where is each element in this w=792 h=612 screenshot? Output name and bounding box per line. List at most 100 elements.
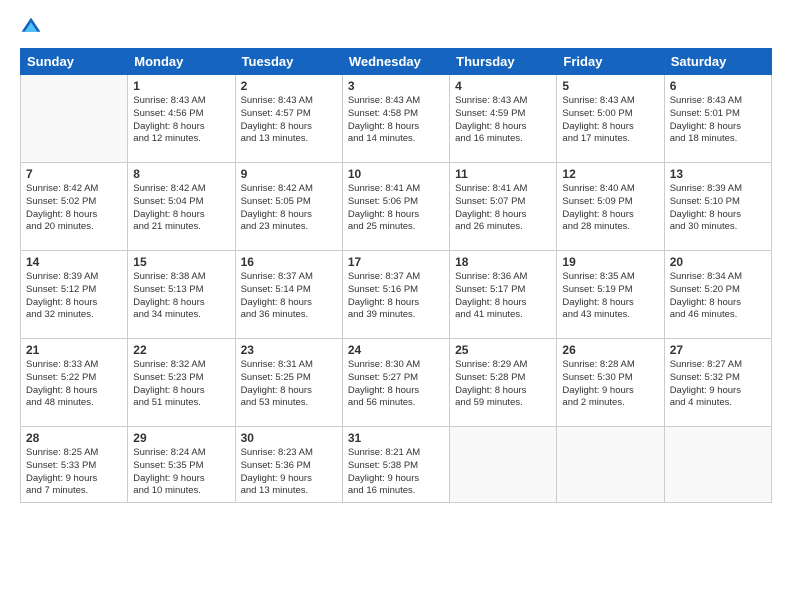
day-cell-29: 29Sunrise: 8:24 AMSunset: 5:35 PMDayligh… — [128, 427, 235, 503]
day-number: 25 — [455, 343, 551, 357]
day-number: 28 — [26, 431, 122, 445]
day-cell-11: 11 Sunrise: 8:41 AMSunset: 5:07 PMDayligh… — [450, 163, 557, 251]
day-cell-4: 4 Sunrise: 8:43 AMSunset: 4:59 PMDaylight… — [450, 75, 557, 163]
cell-text: Sunrise: 8:29 AMSunset: 5:28 PMDaylight:… — [455, 359, 551, 410]
day-number: 13 — [670, 167, 766, 181]
day-number: 31 — [348, 431, 444, 445]
day-header-tuesday: Tuesday — [235, 49, 342, 75]
cell-text: Sunrise: 8:36 AMSunset: 5:17 PMDaylight:… — [455, 271, 551, 322]
cell-text: Sunrise: 8:42 AMSunset: 5:04 PMDaylight:… — [133, 183, 229, 234]
day-cell-28: 28 Sunrise: 8:25 AMSunset: 5:33 PMDayligh… — [21, 427, 128, 503]
day-number: 9 — [241, 167, 337, 181]
day-number: 2 — [241, 79, 337, 93]
day-cell-26: 26 Sunrise: 8:28 AMSunset: 5:30 PMDayligh… — [557, 339, 664, 427]
day-cell-12: 12 Sunrise: 8:40 AMSunset: 5:09 PMDayligh… — [557, 163, 664, 251]
day-cell-1: 1 Sunrise: 8:43 AMSunset: 4:56 PMDaylight… — [128, 75, 235, 163]
day-cell-9: 9 Sunrise: 8:42 AMSunset: 5:05 PMDaylight… — [235, 163, 342, 251]
day-number: 24 — [348, 343, 444, 357]
cell-text: Sunrise: 8:25 AMSunset: 5:33 PMDaylight:… — [26, 447, 122, 498]
cell-text: Sunrise: 8:21 AMSunset: 5:38 PMDaylight:… — [348, 447, 444, 498]
header — [20, 16, 772, 38]
cell-text: Sunrise: 8:30 AMSunset: 5:27 PMDaylight:… — [348, 359, 444, 410]
cell-text: Sunrise: 8:43 AMSunset: 4:59 PMDaylight:… — [455, 95, 551, 146]
day-number: 18 — [455, 255, 551, 269]
day-header-friday: Friday — [557, 49, 664, 75]
day-cell-20: 20 Sunrise: 8:34 AMSunset: 5:20 PMDayligh… — [664, 251, 771, 339]
week-row-4: 21 Sunrise: 8:33 AMSunset: 5:22 PMDayligh… — [21, 339, 772, 427]
page: SundayMondayTuesdayWednesdayThursdayFrid… — [0, 0, 792, 612]
day-cell-empty — [21, 75, 128, 163]
cell-text: Sunrise: 8:33 AMSunset: 5:22 PMDaylight:… — [26, 359, 122, 410]
day-header-thursday: Thursday — [450, 49, 557, 75]
day-cell-17: 17 Sunrise: 8:37 AMSunset: 5:16 PMDayligh… — [342, 251, 449, 339]
day-number: 14 — [26, 255, 122, 269]
cell-text: Sunrise: 8:41 AMSunset: 5:07 PMDaylight:… — [455, 183, 551, 234]
cell-text: Sunrise: 8:39 AMSunset: 5:12 PMDaylight:… — [26, 271, 122, 322]
day-cell-30: 30 Sunrise: 8:23 AMSunset: 5:36 PMDayligh… — [235, 427, 342, 503]
day-cell-31: 31 Sunrise: 8:21 AMSunset: 5:38 PMDayligh… — [342, 427, 449, 503]
day-header-wednesday: Wednesday — [342, 49, 449, 75]
day-number: 10 — [348, 167, 444, 181]
cell-text: Sunrise: 8:37 AMSunset: 5:14 PMDaylight:… — [241, 271, 337, 322]
cell-text: Sunrise: 8:42 AMSunset: 5:05 PMDaylight:… — [241, 183, 337, 234]
day-cell-14: 14 Sunrise: 8:39 AMSunset: 5:12 PMDayligh… — [21, 251, 128, 339]
cell-text: Sunrise: 8:43 AMSunset: 4:56 PMDaylight:… — [133, 95, 229, 146]
day-cell-27: 27 Sunrise: 8:27 AMSunset: 5:32 PMDayligh… — [664, 339, 771, 427]
day-cell-13: 13 Sunrise: 8:39 AMSunset: 5:10 PMDayligh… — [664, 163, 771, 251]
day-cell-23: 23 Sunrise: 8:31 AMSunset: 5:25 PMDayligh… — [235, 339, 342, 427]
day-cell-empty — [450, 427, 557, 503]
day-cell-18: 18 Sunrise: 8:36 AMSunset: 5:17 PMDayligh… — [450, 251, 557, 339]
cell-text: Sunrise: 8:27 AMSunset: 5:32 PMDaylight:… — [670, 359, 766, 410]
cell-text: Sunrise: 8:43 AMSunset: 4:58 PMDaylight:… — [348, 95, 444, 146]
cell-text: Sunrise: 8:37 AMSunset: 5:16 PMDaylight:… — [348, 271, 444, 322]
day-number: 27 — [670, 343, 766, 357]
day-cell-8: 8Sunrise: 8:42 AMSunset: 5:04 PMDaylight… — [128, 163, 235, 251]
day-number: 11 — [455, 167, 551, 181]
day-cell-empty — [664, 427, 771, 503]
day-cell-6: 6 Sunrise: 8:43 AMSunset: 5:01 PMDaylight… — [664, 75, 771, 163]
day-number: 3 — [348, 79, 444, 93]
day-cell-16: 16 Sunrise: 8:37 AMSunset: 5:14 PMDayligh… — [235, 251, 342, 339]
day-cell-15: 15 Sunrise: 8:38 AMSunset: 5:13 PMDayligh… — [128, 251, 235, 339]
cell-text: Sunrise: 8:43 AMSunset: 5:01 PMDaylight:… — [670, 95, 766, 146]
cell-text: Sunrise: 8:43 AMSunset: 5:00 PMDaylight:… — [562, 95, 658, 146]
calendar-table: SundayMondayTuesdayWednesdayThursdayFrid… — [20, 48, 772, 503]
day-cell-19: 19Sunrise: 8:35 AMSunset: 5:19 PMDayligh… — [557, 251, 664, 339]
cell-text: Sunrise: 8:38 AMSunset: 5:13 PMDaylight:… — [133, 271, 229, 322]
day-number: 30 — [241, 431, 337, 445]
cell-text: Sunrise: 8:42 AMSunset: 5:02 PMDaylight:… — [26, 183, 122, 234]
day-cell-2: 2 Sunrise: 8:43 AMSunset: 4:57 PMDaylight… — [235, 75, 342, 163]
day-number: 4 — [455, 79, 551, 93]
week-row-1: 1 Sunrise: 8:43 AMSunset: 4:56 PMDaylight… — [21, 75, 772, 163]
day-number: 6 — [670, 79, 766, 93]
day-number: 15 — [133, 255, 229, 269]
cell-text: Sunrise: 8:43 AMSunset: 4:57 PMDaylight:… — [241, 95, 337, 146]
day-number: 23 — [241, 343, 337, 357]
day-cell-empty — [557, 427, 664, 503]
day-cell-25: 25 Sunrise: 8:29 AMSunset: 5:28 PMDayligh… — [450, 339, 557, 427]
day-number: 16 — [241, 255, 337, 269]
day-header-monday: Monday — [128, 49, 235, 75]
cell-text: Sunrise: 8:34 AMSunset: 5:20 PMDaylight:… — [670, 271, 766, 322]
week-row-3: 14 Sunrise: 8:39 AMSunset: 5:12 PMDayligh… — [21, 251, 772, 339]
cell-text: Sunrise: 8:41 AMSunset: 5:06 PMDaylight:… — [348, 183, 444, 234]
cell-text: Sunrise: 8:28 AMSunset: 5:30 PMDaylight:… — [562, 359, 658, 410]
day-number: 1 — [133, 79, 229, 93]
cell-text: Sunrise: 8:39 AMSunset: 5:10 PMDaylight:… — [670, 183, 766, 234]
day-header-saturday: Saturday — [664, 49, 771, 75]
day-number: 21 — [26, 343, 122, 357]
day-number: 12 — [562, 167, 658, 181]
cell-text: Sunrise: 8:40 AMSunset: 5:09 PMDaylight:… — [562, 183, 658, 234]
day-cell-21: 21 Sunrise: 8:33 AMSunset: 5:22 PMDayligh… — [21, 339, 128, 427]
cell-text: Sunrise: 8:24 AMSunset: 5:35 PMDaylight:… — [133, 447, 229, 498]
cell-text: Sunrise: 8:23 AMSunset: 5:36 PMDaylight:… — [241, 447, 337, 498]
day-number: 17 — [348, 255, 444, 269]
cell-text: Sunrise: 8:31 AMSunset: 5:25 PMDaylight:… — [241, 359, 337, 410]
day-header-sunday: Sunday — [21, 49, 128, 75]
week-row-2: 7Sunrise: 8:42 AMSunset: 5:02 PMDaylight… — [21, 163, 772, 251]
day-number: 22 — [133, 343, 229, 357]
day-number: 20 — [670, 255, 766, 269]
header-row: SundayMondayTuesdayWednesdayThursdayFrid… — [21, 49, 772, 75]
day-number: 5 — [562, 79, 658, 93]
day-number: 26 — [562, 343, 658, 357]
